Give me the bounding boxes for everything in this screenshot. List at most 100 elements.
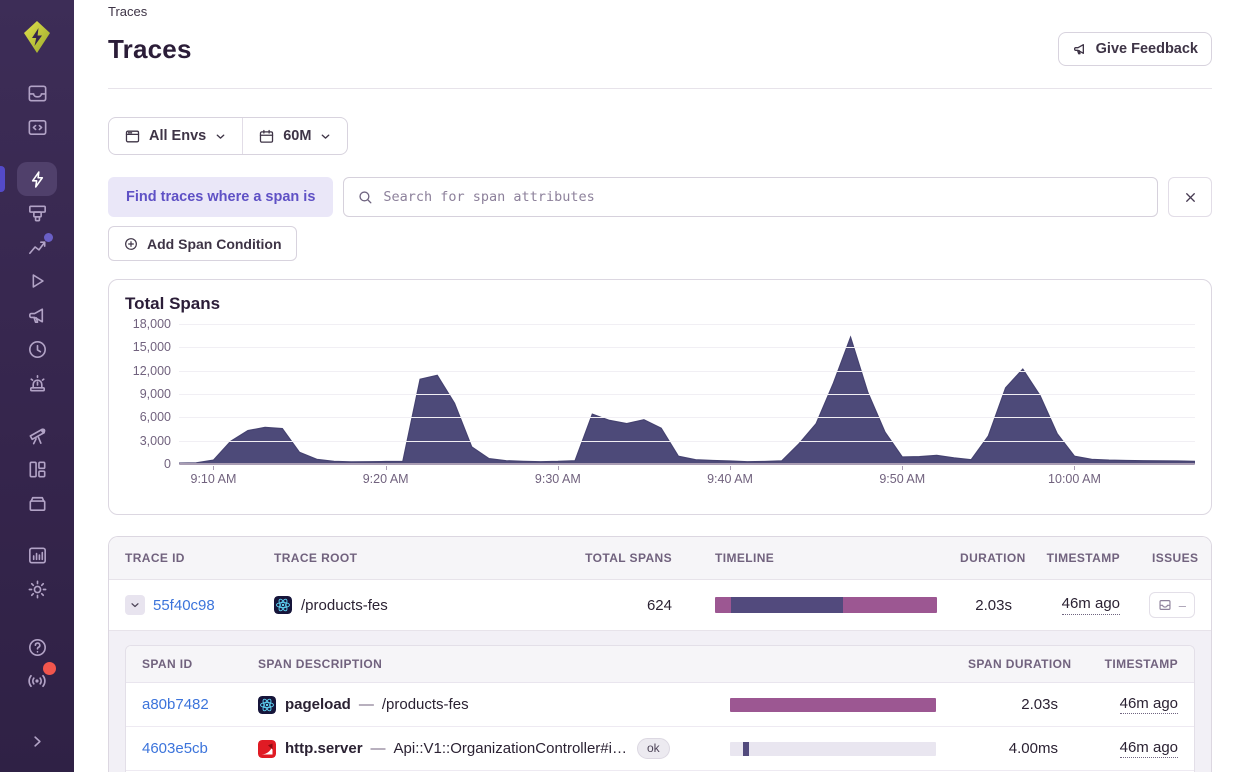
y-tick-label: 3,000 <box>117 434 171 448</box>
collapse-trace-button[interactable] <box>125 595 145 615</box>
span-row[interactable]: a80b7482 pageload — /products-fes 2.03s … <box>126 683 1194 727</box>
dashboard-layout-icon[interactable] <box>0 452 74 486</box>
megaphone-icon[interactable] <box>0 298 74 332</box>
close-icon <box>1183 190 1198 205</box>
col-timeline: TIMELINE <box>688 551 944 565</box>
play-icon[interactable] <box>0 264 74 298</box>
total-spans-value: 624 <box>558 597 688 614</box>
x-tick <box>1074 466 1075 470</box>
x-tick <box>902 466 903 470</box>
gridline <box>179 394 1195 395</box>
filter-group: All Envs 60M <box>108 117 348 155</box>
gridline <box>179 441 1195 442</box>
separator: — <box>359 696 374 713</box>
y-tick-label: 15,000 <box>117 340 171 354</box>
sidebar <box>0 0 74 772</box>
span-op: pageload <box>285 696 351 713</box>
insights-chart-icon[interactable] <box>0 230 74 264</box>
x-axis-line <box>179 463 1195 465</box>
add-span-condition-label: Add Span Condition <box>147 236 282 252</box>
megaphone-icon <box>1072 41 1088 57</box>
add-span-condition-button[interactable]: Add Span Condition <box>108 226 297 261</box>
y-tick-label: 18,000 <box>117 317 171 331</box>
inbox-issues-icon <box>1158 598 1172 612</box>
trace-timeline-bar <box>715 597 937 613</box>
broadcast-icon[interactable] <box>0 664 74 698</box>
x-tick-label: 9:20 AM <box>363 472 409 486</box>
gridline <box>179 371 1195 372</box>
history-clock-icon[interactable] <box>0 332 74 366</box>
react-icon <box>258 696 276 714</box>
x-tick-label: 9:10 AM <box>191 472 237 486</box>
give-feedback-label: Give Feedback <box>1096 41 1198 57</box>
lightning-icon[interactable] <box>0 162 74 196</box>
trace-row[interactable]: 55f40c98 /products-fes 624 2.03s 46m ago <box>109 580 1211 630</box>
expanded-trace-section: SPAN ID SPAN DESCRIPTION SPAN DURATION T… <box>109 630 1211 772</box>
span-table-header: SPAN ID SPAN DESCRIPTION SPAN DURATION T… <box>126 646 1194 683</box>
col-issues: ISSUES <box>1136 551 1212 565</box>
span-search-input[interactable] <box>383 189 1144 205</box>
span-id-link[interactable]: a80b7482 <box>142 696 209 713</box>
y-tick-label: 6,000 <box>117 410 171 424</box>
span-op: http.server <box>285 740 363 757</box>
trace-id-link[interactable]: 55f40c98 <box>153 597 215 614</box>
help-icon[interactable] <box>0 630 74 664</box>
col-span-id: SPAN ID <box>126 657 242 671</box>
sidebar-bottom-group <box>0 630 74 772</box>
archive-box-icon[interactable] <box>0 486 74 520</box>
span-timestamp[interactable]: 46m ago <box>1120 739 1178 759</box>
x-tick-label: 9:30 AM <box>535 472 581 486</box>
col-span-timestamp: TIMESTAMP <box>1074 657 1194 671</box>
page-title: Traces <box>108 34 192 65</box>
query-builder: Find traces where a span is <box>108 177 1212 217</box>
window-icon <box>124 128 141 145</box>
span-search-box[interactable] <box>343 177 1158 217</box>
span-duration-bar <box>730 698 936 712</box>
sentry-logo[interactable] <box>14 14 60 60</box>
display-funnel-icon[interactable] <box>0 196 74 230</box>
gridline <box>179 324 1195 325</box>
span-table: SPAN ID SPAN DESCRIPTION SPAN DURATION T… <box>125 645 1195 772</box>
x-tick-label: 9:40 AM <box>707 472 753 486</box>
siren-icon[interactable] <box>0 366 74 400</box>
circle-plus-icon <box>123 236 139 252</box>
chart-plot[interactable]: 03,0006,0009,00012,00015,00018,0009:10 A… <box>179 324 1195 464</box>
span-id-link[interactable]: 4603e5cb <box>142 740 208 757</box>
breadcrumb[interactable]: Traces <box>108 4 1212 19</box>
chevron-down-icon <box>319 130 332 143</box>
where-span-pill: Find traces where a span is <box>108 177 333 217</box>
x-tick-label: 10:00 AM <box>1048 472 1101 486</box>
col-trace-id: TRACE ID <box>109 551 258 565</box>
active-nav-indicator <box>0 166 5 192</box>
col-total-spans: TOTAL SPANS <box>558 551 688 565</box>
telescope-icon[interactable] <box>0 418 74 452</box>
chevron-down-icon <box>214 130 227 143</box>
span-duration: 2.03s <box>952 696 1074 713</box>
total-spans-chart-panel: Total Spans 03,0006,0009,00012,00015,000… <box>108 279 1212 515</box>
code-folder-icon[interactable] <box>0 110 74 144</box>
span-duration-bar <box>730 742 936 756</box>
y-tick-label: 0 <box>117 457 171 471</box>
span-description: /products-fes <box>382 696 469 713</box>
trace-table: TRACE ID TRACE ROOT TOTAL SPANS TIMELINE… <box>108 536 1212 772</box>
trace-root-label: /products-fes <box>301 597 388 614</box>
collapse-chevron-icon[interactable] <box>0 724 74 758</box>
clear-search-button[interactable] <box>1168 177 1212 217</box>
calendar-icon <box>258 128 275 145</box>
issues-pill[interactable]: – <box>1149 592 1195 618</box>
trace-timestamp[interactable]: 46m ago <box>1062 595 1120 615</box>
span-description: Api::V1::OrganizationController#i… <box>394 740 627 757</box>
inbox-issues-icon[interactable] <box>0 76 74 110</box>
span-row[interactable]: 4603e5cb http.server — Api::V1::Organiza… <box>126 727 1194 771</box>
stats-bars-icon[interactable] <box>0 538 74 572</box>
x-tick <box>730 466 731 470</box>
span-timestamp[interactable]: 46m ago <box>1120 695 1178 715</box>
settings-gear-icon[interactable] <box>0 572 74 606</box>
main-content: Traces Traces Give Feedback <box>74 0 1244 772</box>
environment-filter-button[interactable]: All Envs <box>109 118 242 154</box>
give-feedback-button[interactable]: Give Feedback <box>1058 32 1212 66</box>
col-duration: DURATION <box>944 551 1028 565</box>
react-icon <box>274 596 292 614</box>
x-tick <box>386 466 387 470</box>
time-range-filter-button[interactable]: 60M <box>243 118 347 154</box>
